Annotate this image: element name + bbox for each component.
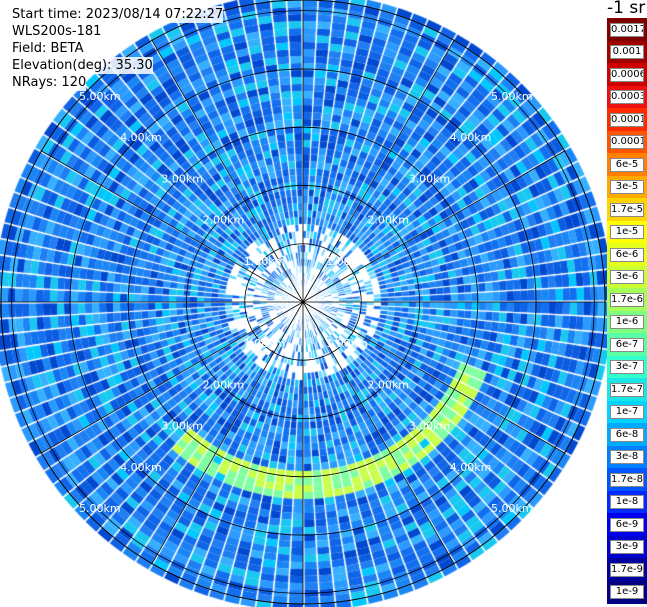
range-label: 2.00km [203, 378, 245, 391]
range-label: 4.00km [120, 461, 162, 474]
colorbar-tick-label: 1.7e-8 [610, 472, 644, 487]
colorbar-tick-label: 1.7e-5 [610, 202, 644, 217]
range-label: 5.00km [79, 90, 121, 103]
colorbar-tick-label: 1e-7 [610, 405, 644, 420]
range-label: 1.00km [244, 255, 286, 268]
colorbar-tick-label: 0.00017 [610, 112, 644, 127]
colorbar-tick-label: 6e-9 [610, 517, 644, 532]
colorbar-unit-label: -1 sr [607, 0, 646, 18]
colorbar-tick-label: 3e-6 [610, 270, 644, 285]
colorbar-tick-label: 3e-7 [610, 360, 644, 375]
colorbar-tick-label: 1.7e-6 [610, 292, 644, 307]
range-label: 4.00km [450, 461, 492, 474]
colorbar-tick-label: 6e-6 [610, 247, 644, 262]
elevation-text: Elevation(deg): 35.30 [12, 57, 153, 74]
range-label: 5.00km [79, 502, 121, 515]
colorbar-tick-label: 1e-8 [610, 495, 644, 510]
colorbar-tick-label: 1e-9 [610, 585, 644, 600]
colorbar-tick-label: 3e-5 [610, 180, 644, 195]
colorbar-tick-label: 0.0003 [610, 90, 644, 105]
colorbar-tick-label: 1e-5 [610, 225, 644, 240]
range-label: 5.00km [491, 90, 533, 103]
range-ring-overlay: 1.00km 1.00km 1.00km 1.00km 2.00km 2.00km 2.00… [0, 0, 606, 605]
range-label: 4.00km [120, 131, 162, 144]
range-label: 1.00km [326, 255, 368, 268]
range-label: 3.00km [161, 420, 203, 433]
range-label: 2.00km [367, 378, 409, 391]
instrument-text: WLS200s-181 [12, 23, 102, 40]
colorbar-tick-label: 6e-8 [610, 427, 644, 442]
range-label: 3.00km [409, 172, 451, 185]
colorbar-tick-label: 0.001 [610, 45, 644, 60]
colorbar-tick-label: 0.0017 [610, 22, 644, 37]
range-label: 2.00km [203, 214, 245, 227]
range-label: 4.00km [450, 131, 492, 144]
colorbar-tick-label: 6e-7 [610, 337, 644, 352]
colorbar-tick-label: 6e-5 [610, 157, 644, 172]
range-label: 5.00km [491, 502, 533, 515]
colorbar-tick-label: 1.7e-9 [610, 562, 644, 577]
colorbar-tick-label: 0.0006 [610, 67, 644, 82]
nrays-text: NRays: 120 [12, 74, 87, 91]
scan-info-panel: Start time: 2023/08/14 07:22:27 WLS200s-… [12, 6, 224, 91]
colorbar-tick-label: 1e-6 [610, 315, 644, 330]
range-label: 3.00km [409, 420, 451, 433]
colorbar-tick-label: 1.7e-7 [610, 382, 644, 397]
colorbar-tick-label: 3e-9 [610, 540, 644, 555]
range-label: 1.00km [244, 337, 286, 350]
field-text: Field: BETA [12, 40, 84, 57]
colorbar-tick-label: 0.0001 [610, 135, 644, 150]
range-label: 2.00km [367, 214, 409, 227]
start-time-text: Start time: 2023/08/14 07:22:27 [12, 6, 224, 23]
range-label: 3.00km [161, 172, 203, 185]
range-label: 1.00km [326, 337, 368, 350]
colorbar: 0.0017 0.001 0.0006 0.0003 0.00017 0.0001 6e-5… [607, 18, 647, 604]
colorbar-tick-label: 3e-8 [610, 450, 644, 465]
